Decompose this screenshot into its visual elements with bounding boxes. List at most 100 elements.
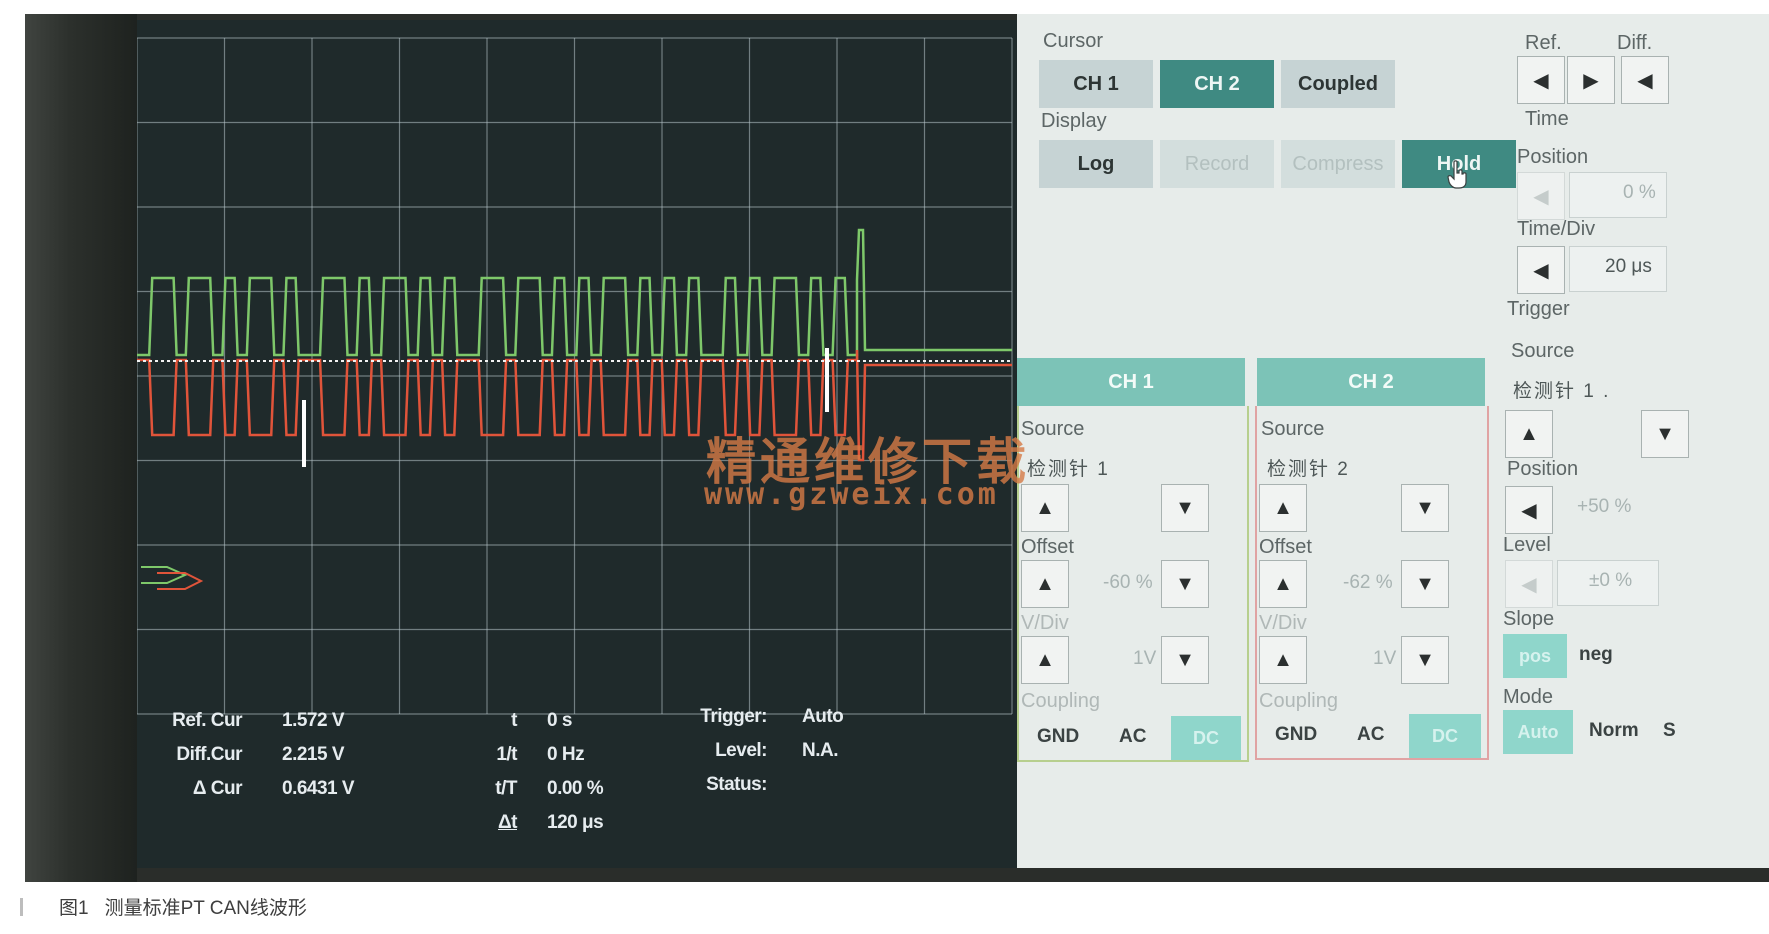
trigger-level-label: Level [1503, 534, 1551, 556]
trigger-level-left-button[interactable]: ◀ [1505, 560, 1553, 608]
cursor-marker-ref[interactable] [302, 400, 306, 467]
ch1-vdiv-up-button[interactable]: ▲ [1021, 636, 1069, 684]
cursor-marker-diff[interactable] [825, 348, 829, 412]
ch2-vdiv-up-button[interactable]: ▲ [1259, 636, 1307, 684]
ch1-offset-up-button[interactable]: ▲ [1021, 560, 1069, 608]
ch2-coupling-gnd-button[interactable]: GND [1275, 724, 1317, 746]
trigger-label: Trigger: [700, 706, 767, 727]
trigger-source-up-button[interactable]: ▲ [1505, 410, 1553, 458]
t-value: 0 s [547, 710, 572, 731]
ch2-source-down-button[interactable]: ▼ [1401, 484, 1449, 532]
status-label: Status: [706, 774, 767, 795]
ref-cur-value: 1.572 V [282, 710, 345, 731]
ch1-coupling-label: Coupling [1021, 690, 1100, 712]
down-triangle-icon: ▼ [1655, 422, 1675, 445]
figure-caption: 图1 测量标准PT CAN线波形 [20, 893, 307, 920]
time-div-left-button[interactable]: ◀ [1517, 246, 1565, 294]
inv-t-label: 1/t [496, 744, 517, 765]
ch2-source-label: Source [1261, 418, 1325, 440]
ch1-offset-value: -60 % [1103, 572, 1153, 593]
ch2-offset-value: -62 % [1343, 572, 1393, 593]
time-position-left-button[interactable]: ◀ [1517, 172, 1565, 220]
down-triangle-icon: ▼ [1175, 496, 1195, 519]
mode-auto-button[interactable]: Auto [1503, 710, 1573, 754]
hand-pointer-icon [1447, 160, 1467, 189]
trigger-mode-label: Mode [1503, 686, 1554, 708]
trigger-source-value[interactable]: 检测针 1 . [1513, 376, 1610, 403]
diff-cur-value: 2.215 V [282, 744, 345, 765]
caption-bar [20, 898, 23, 916]
monitor-bezel [25, 14, 137, 882]
cursor-coupled-button[interactable]: Coupled [1281, 60, 1395, 108]
ref-left-button[interactable]: ◀ [1517, 56, 1565, 104]
ch2-source-up-button[interactable]: ▲ [1259, 484, 1307, 532]
display-record-button[interactable]: Record [1160, 140, 1274, 188]
ch1-offset-down-button[interactable]: ▼ [1161, 560, 1209, 608]
ref-right-button[interactable]: ▶ [1567, 56, 1615, 104]
mode-norm-button[interactable]: Norm [1589, 720, 1639, 742]
up-triangle-icon: ▲ [1273, 648, 1293, 671]
ch1-source-value[interactable]: 检测针 1 [1027, 454, 1110, 481]
ch1-vdiv-value: 1V [1133, 648, 1157, 669]
ch2-offset-down-button[interactable]: ▼ [1401, 560, 1449, 608]
slope-neg-button[interactable]: neg [1579, 644, 1613, 666]
down-triangle-icon: ▼ [1415, 496, 1435, 519]
ch2-vdiv-down-button[interactable]: ▼ [1401, 636, 1449, 684]
down-triangle-icon: ▼ [1175, 648, 1195, 671]
ch1-coupling-dc-button[interactable]: DC [1171, 716, 1241, 760]
display-log-button[interactable]: Log [1039, 140, 1153, 188]
left-triangle-icon: ◀ [1533, 69, 1549, 92]
ch2-coupling-label: Coupling [1259, 690, 1338, 712]
up-triangle-icon: ▲ [1519, 422, 1539, 445]
ch1-coupling-ac-button[interactable]: AC [1119, 726, 1146, 748]
delta-t-value: 120 μs [547, 812, 604, 833]
ch2-coupling-dc-button[interactable]: DC [1409, 714, 1481, 758]
slope-pos-button[interactable]: pos [1503, 634, 1567, 678]
channel-ground-marker-icon [141, 566, 204, 590]
left-triangle-icon: ◀ [1521, 573, 1537, 596]
watermark-url: www.gzweix.com [704, 477, 999, 512]
trigger-value: Auto [802, 706, 844, 727]
ref-cur-label: Ref. Cur [172, 710, 242, 731]
trigger-level-value: ±0 % [1589, 570, 1633, 591]
ch1-source-label: Source [1021, 418, 1085, 440]
ch2-coupling-ac-button[interactable]: AC [1357, 724, 1384, 746]
mode-single-button[interactable]: S [1663, 720, 1676, 742]
level-value: N.A. [802, 740, 839, 761]
control-panel: Cursor CH 1 CH 2 Coupled Display Log Rec… [1017, 14, 1769, 868]
ch1-vdiv-label: V/Div [1021, 612, 1069, 634]
ch2-vdiv-label: V/Div [1259, 612, 1307, 634]
ch1-source-down-button[interactable]: ▼ [1161, 484, 1209, 532]
diff-left-button[interactable]: ◀ [1621, 56, 1669, 104]
delta-cur-label: Δ Cur [192, 778, 243, 799]
trigger-position-label: Position [1507, 458, 1579, 480]
time-div-value: 20 μs [1605, 256, 1652, 277]
ch1-header[interactable]: CH 1 [1017, 358, 1245, 406]
ch2-source-value[interactable]: 检测针 2 [1267, 454, 1350, 481]
ch2-vdiv-value: 1V [1373, 648, 1397, 669]
ch1-vdiv-down-button[interactable]: ▼ [1161, 636, 1209, 684]
ch1-offset-label: Offset [1021, 536, 1074, 558]
inv-t-value: 0 Hz [547, 744, 585, 765]
trigger-position-value: +50 % [1577, 496, 1632, 517]
left-triangle-icon: ◀ [1533, 259, 1549, 282]
ch1-coupling-gnd-button[interactable]: GND [1037, 726, 1079, 748]
cursor-ch1-button[interactable]: CH 1 [1039, 60, 1153, 108]
left-triangle-icon: ◀ [1521, 499, 1537, 522]
trigger-source-down-button[interactable]: ▼ [1641, 410, 1689, 458]
caption-text: 测量标准PT CAN线波形 [104, 898, 307, 919]
up-triangle-icon: ▲ [1273, 572, 1293, 595]
down-triangle-icon: ▼ [1415, 572, 1435, 595]
delta-t-label: Δt [498, 812, 517, 833]
trigger-position-left-button[interactable]: ◀ [1505, 486, 1553, 534]
ch2-offset-up-button[interactable]: ▲ [1259, 560, 1307, 608]
level-label: Level: [715, 740, 767, 761]
trigger-section-title: Trigger [1507, 298, 1570, 320]
t-over-T-value: 0.00 % [547, 778, 604, 799]
ch2-header[interactable]: CH 2 [1257, 358, 1485, 406]
time-position-value: 0 % [1623, 182, 1656, 203]
trigger-source-label: Source [1511, 340, 1575, 362]
time-div-label: Time/Div [1517, 218, 1596, 240]
display-compress-button[interactable]: Compress [1281, 140, 1395, 188]
cursor-ch2-button[interactable]: CH 2 [1160, 60, 1274, 108]
